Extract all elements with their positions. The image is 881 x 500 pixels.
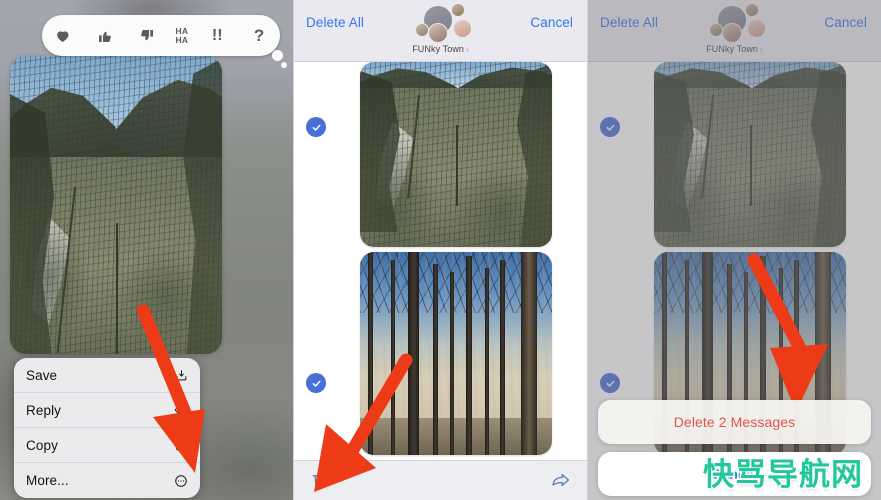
context-menu-label-more: More... [26,473,69,488]
thumbs-up-reaction-icon[interactable] [92,28,118,44]
share-icon[interactable] [550,470,571,495]
forest-photo-art [360,252,552,455]
avatar-secondary-2 [452,19,472,38]
group-name-label: FUNky Town [412,44,465,54]
message-photo-2[interactable] [360,252,552,455]
avatar-secondary-1 [450,3,465,17]
avatar-secondary-3 [414,23,429,37]
exclamation-reaction-icon[interactable]: !! [204,26,230,44]
bubble-tail-large [272,50,283,61]
exclamation-glyph: !! [211,26,223,44]
avatar-secondary-4 [427,23,448,43]
context-menu-item-more[interactable]: More... [14,463,200,498]
delete-messages-button[interactable]: Delete 2 Messages [598,400,871,444]
bubble-tail-small [281,62,287,68]
message-photo-1[interactable] [360,62,552,247]
context-menu-label-reply: Reply [26,402,62,418]
context-menu-item-reply[interactable]: Reply [14,393,200,428]
gorge-photo-art [360,62,552,247]
selection-toolbar [294,460,587,500]
copy-icon [175,438,188,452]
context-menu-label-save: Save [26,367,58,383]
multi-select-panel: Delete All Cancel FUNky Town › [293,0,587,500]
trash-icon[interactable] [310,470,329,496]
thumbs-down-reaction-icon[interactable] [134,28,160,44]
selection-checkmark-2[interactable] [306,373,326,393]
group-avatar-cluster[interactable] [401,3,481,43]
tapback-reaction-bar[interactable]: HA HA !! ? [42,15,280,56]
haha-line-2: HA [175,34,189,45]
message-context-menu[interactable]: Save Reply Copy More... [14,358,200,498]
selection-checkmark-1[interactable] [306,117,326,137]
question-reaction-icon[interactable]: ? [246,27,272,44]
site-watermark: 快骂导航网 [703,457,863,493]
question-glyph: ? [253,26,265,45]
group-identity[interactable]: FUNky Town › [294,3,587,54]
context-menu-item-save[interactable]: Save [14,358,200,393]
gorge-photo-art [10,56,222,354]
context-menu-item-copy[interactable]: Copy [14,428,200,463]
context-menu-label-copy: Copy [26,437,58,453]
reply-icon [173,404,188,417]
message-thread[interactable] [294,62,587,460]
action-sheet-group: Delete 2 Messages [598,400,871,444]
haha-reaction-icon[interactable]: HA HA [175,27,188,44]
save-icon [175,369,188,382]
tutorial-screenshot-strip: HA HA !! ? Save Reply Copy More... Delet… [0,0,881,500]
context-menu-panel: HA HA !! ? Save Reply Copy More... [0,0,293,500]
heart-reaction-icon[interactable] [50,28,76,44]
selected-message-photo[interactable] [10,56,222,354]
group-name-row[interactable]: FUNky Town › [412,44,469,54]
more-icon [174,474,188,488]
conversation-header: Delete All Cancel FUNky Town › [294,0,587,62]
delete-confirmation-panel: Delete All Cancel FUNky Town › Delete 2 … [587,0,881,500]
chevron-right-icon: › [466,45,469,54]
